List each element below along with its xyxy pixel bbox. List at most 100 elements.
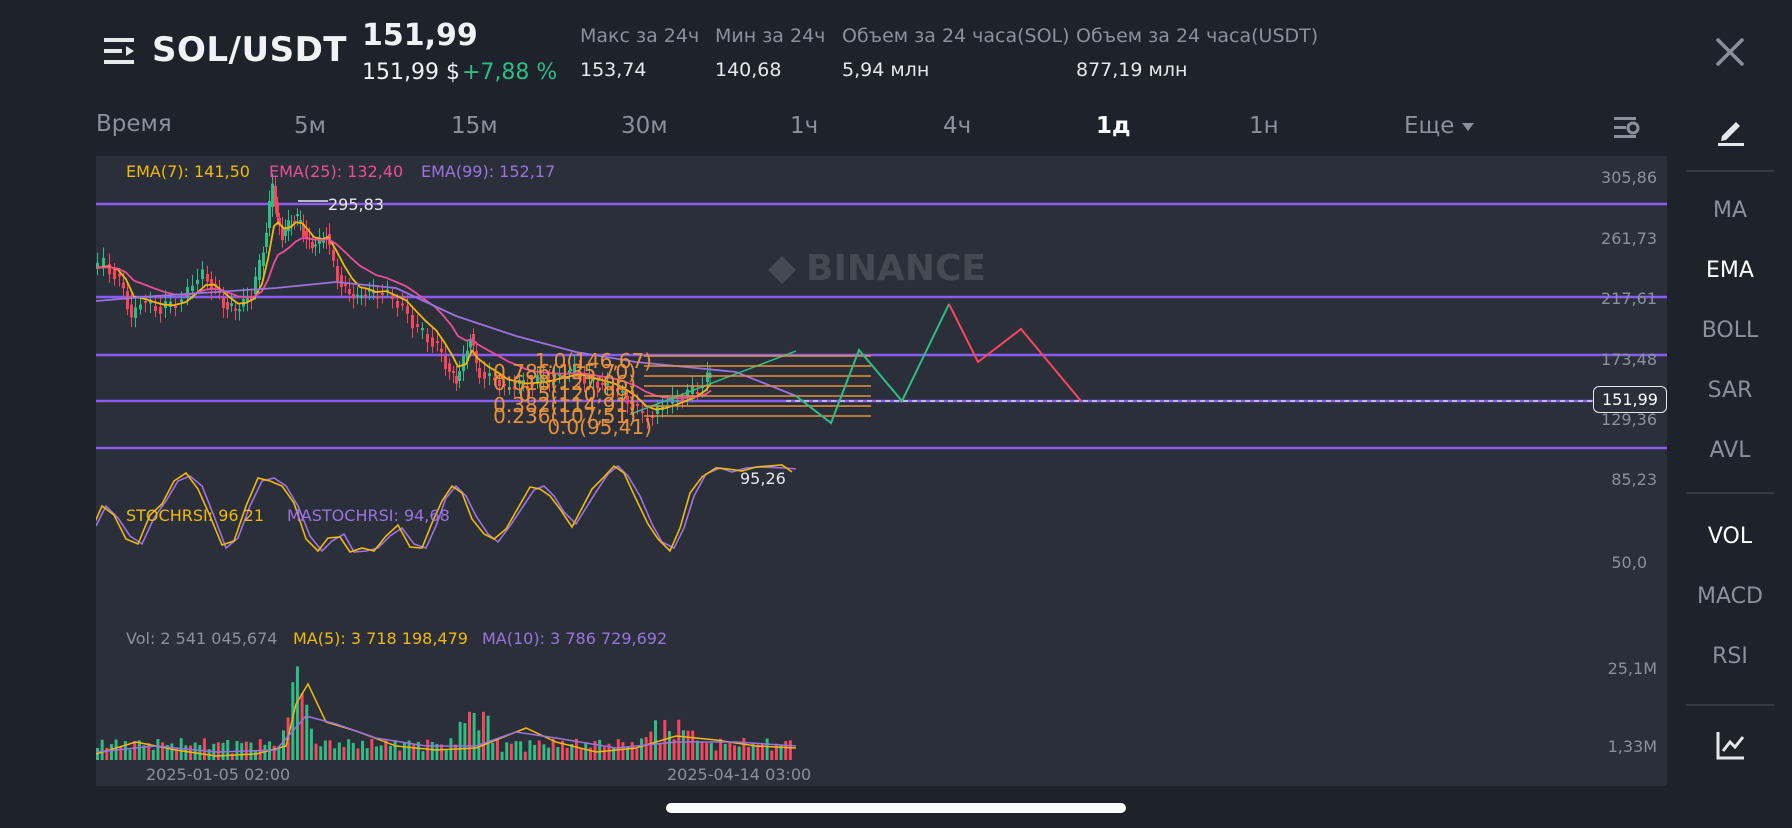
indicator-avl[interactable]: AVL — [1686, 438, 1774, 463]
volume-bar — [774, 743, 778, 760]
volume-bar — [635, 748, 639, 760]
candle — [180, 299, 183, 302]
volume-bar — [658, 743, 662, 760]
volume-bar — [584, 742, 588, 760]
volume-bar — [742, 738, 746, 760]
candle — [641, 411, 644, 414]
indicator-rsi[interactable]: RSI — [1686, 644, 1774, 669]
candle — [196, 279, 199, 284]
volume-bar — [258, 739, 262, 760]
volume-bar — [323, 740, 327, 760]
candle — [431, 337, 434, 347]
volume-bar — [300, 693, 304, 760]
indicator-sar[interactable]: SAR — [1686, 378, 1774, 403]
close-icon[interactable] — [1712, 34, 1748, 70]
candle — [130, 304, 133, 318]
volume-bar — [319, 746, 323, 760]
price-axis-tick: 305,86 — [1601, 168, 1657, 187]
stat-high-value: 153,74 — [580, 59, 647, 81]
candle — [311, 242, 314, 249]
candle — [411, 315, 414, 329]
indicator-ma[interactable]: MA — [1686, 198, 1774, 223]
indicator-vol[interactable]: VOL — [1686, 524, 1774, 549]
volume-bar — [598, 739, 602, 760]
volume-bar — [765, 738, 769, 760]
volume-bar — [747, 746, 750, 760]
tab-4h[interactable]: 4ч — [943, 113, 971, 139]
candle — [159, 307, 162, 314]
ema99-line — [95, 281, 797, 397]
volume-bar — [481, 711, 485, 760]
candle — [452, 371, 455, 373]
ema-lines — [95, 221, 797, 415]
volume-bar — [305, 704, 309, 760]
volume-bar — [714, 750, 718, 760]
candle — [254, 276, 257, 294]
volume-label: Vol: 2 541 045,674 — [126, 629, 278, 648]
candle — [336, 266, 339, 281]
draw-tool-icon[interactable] — [1714, 114, 1748, 148]
volume-bar — [463, 723, 467, 760]
watermark-text: BINANCE — [806, 248, 986, 289]
projection-down-line[interactable] — [948, 303, 1082, 402]
indicator-ema[interactable]: EMA — [1686, 258, 1774, 283]
indicator-boll[interactable]: BOLL — [1686, 318, 1774, 343]
volume-bar — [514, 741, 518, 760]
volume-bar — [184, 745, 188, 760]
volume-bar — [486, 715, 490, 760]
candle — [268, 201, 271, 228]
volume-bar — [565, 747, 569, 760]
projection-up-line[interactable] — [795, 303, 950, 425]
volume-bar — [528, 740, 532, 760]
tab-1w[interactable]: 1н — [1249, 113, 1279, 139]
candle — [238, 309, 241, 312]
candle — [458, 371, 461, 381]
tab-30m[interactable]: 30м — [621, 113, 668, 139]
pair-title[interactable]: SOL/USDT — [152, 30, 347, 70]
chart-area[interactable]: BINANCE 1.0(146,67) 0.786(135,70) 0.618(12… — [91, 156, 1667, 786]
volume-bar — [133, 741, 137, 760]
watermark: BINANCE — [768, 248, 986, 289]
candle — [226, 302, 229, 310]
tab-more[interactable]: Еще — [1404, 113, 1475, 139]
current-price-badge[interactable]: 151,99 — [1593, 386, 1667, 413]
candle — [154, 306, 157, 312]
volume-bar — [472, 712, 476, 760]
candle — [416, 324, 419, 327]
volume-bar — [123, 741, 127, 760]
volume-bar — [686, 730, 690, 760]
volume-bar — [468, 711, 471, 760]
tab-5m[interactable]: 5м — [294, 113, 326, 139]
volume-bar — [198, 745, 202, 760]
tab-1d[interactable]: 1д — [1096, 113, 1131, 139]
volume-bar — [500, 751, 504, 760]
stat-low-label: Мин за 24ч — [715, 25, 826, 47]
volume-bars — [95, 666, 797, 760]
indicator-macd[interactable]: MACD — [1686, 584, 1774, 609]
volume-bar — [756, 744, 760, 760]
ema7-label: EMA(7): 141,50 — [126, 162, 250, 181]
home-indicator[interactable] — [666, 803, 1126, 813]
candle — [118, 274, 121, 277]
volume-bar — [723, 744, 727, 760]
candle — [144, 301, 147, 303]
candle — [314, 244, 317, 247]
volume-bar — [551, 738, 555, 760]
price-change: +7,88 % — [462, 60, 558, 85]
candle — [444, 356, 447, 369]
chart-settings-icon[interactable] — [1612, 112, 1642, 142]
volume-bar — [388, 745, 392, 760]
tab-15m[interactable]: 15м — [451, 113, 498, 139]
candle — [455, 376, 458, 384]
chevron-down-icon — [1462, 122, 1475, 131]
candle — [360, 295, 363, 298]
candle — [483, 372, 486, 379]
chart-type-icon[interactable] — [1714, 728, 1748, 762]
volume-bar — [337, 742, 341, 760]
volume-bar — [402, 742, 406, 760]
volume-bar — [230, 753, 234, 760]
price-axis-tick: 261,73 — [1601, 229, 1657, 248]
menu-icon[interactable] — [102, 33, 138, 69]
volume-bar — [621, 742, 625, 760]
tab-1h[interactable]: 1ч — [790, 113, 818, 139]
